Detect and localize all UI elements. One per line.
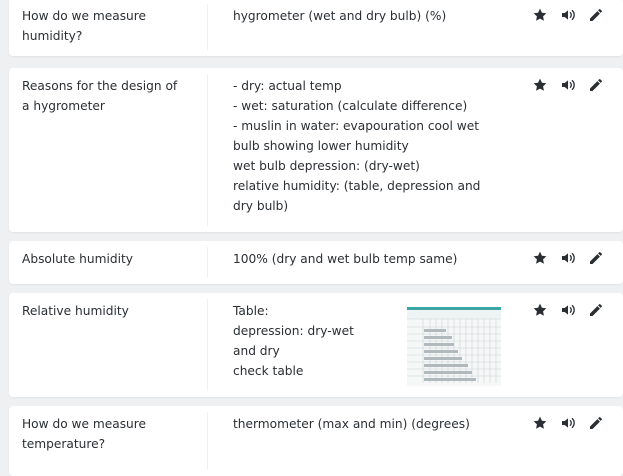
definition-line: hygrometer (wet and dry bulb) (%): [233, 9, 447, 23]
speaker-icon[interactable]: [559, 6, 577, 24]
card-divider: [207, 74, 208, 226]
speaker-icon[interactable]: [559, 76, 577, 94]
definition-line: - muslin in water: evapouration cool wet…: [233, 119, 483, 153]
pencil-icon[interactable]: [587, 301, 605, 319]
definition-line: relative humidity: (table, depression an…: [233, 179, 485, 213]
term-card: Absolute humidity 100% (dry and wet bulb…: [9, 241, 623, 284]
speaker-icon[interactable]: [559, 301, 577, 319]
term-card: How do we measure temperature? thermomet…: [9, 406, 623, 476]
definition-text: thermometer (max and min) (degrees): [233, 414, 503, 434]
term-card: How do we measure humidity? hygrometer (…: [9, 0, 623, 56]
definition-text: hygrometer (wet and dry bulb) (%): [233, 6, 503, 26]
term-text: Absolute humidity: [22, 252, 133, 266]
pencil-icon[interactable]: [587, 6, 605, 24]
definition-line: depression: dry-wet: [233, 324, 354, 338]
star-icon[interactable]: [531, 249, 549, 267]
card-divider: [207, 4, 208, 50]
definition-line: - dry: actual temp: [233, 79, 342, 93]
pencil-icon[interactable]: [587, 414, 605, 432]
table-image-thumbnail[interactable]: [407, 307, 501, 386]
card-divider: [207, 412, 208, 470]
term-text: Relative humidity: [22, 304, 129, 318]
definition-line: check table: [233, 364, 304, 378]
definition-line: thermometer (max and min) (degrees): [233, 417, 470, 431]
term-text: Reasons for the design of a hygrometer: [22, 79, 178, 113]
definition-text: - dry: actual temp - wet: saturation (ca…: [233, 76, 503, 216]
star-icon[interactable]: [531, 301, 549, 319]
pencil-icon[interactable]: [587, 249, 605, 267]
speaker-icon[interactable]: [559, 414, 577, 432]
definition-line: 100% (dry and wet bulb temp same): [233, 252, 458, 266]
card-actions: [531, 6, 605, 24]
star-icon[interactable]: [531, 76, 549, 94]
card-divider: [207, 299, 208, 391]
star-icon[interactable]: [531, 414, 549, 432]
star-icon[interactable]: [531, 6, 549, 24]
card-actions: [531, 414, 605, 432]
card-actions: [531, 301, 605, 319]
pencil-icon[interactable]: [587, 76, 605, 94]
humidity-table-image: [407, 310, 501, 383]
speaker-icon[interactable]: [559, 249, 577, 267]
term-card: Relative humidity Table: depression: dry…: [9, 293, 623, 397]
definition-text: Table: depression: dry-wet and dry check…: [233, 301, 393, 381]
definition-line: wet bulb depression: (dry-wet): [233, 159, 420, 173]
card-divider: [207, 247, 208, 278]
definition-line: and dry: [233, 344, 280, 358]
definition-line: - wet: saturation (calculate difference): [233, 99, 468, 113]
term-text: How do we measure temperature?: [22, 417, 147, 451]
term-card: Reasons for the design of a hygrometer -…: [9, 68, 623, 232]
card-actions: [531, 76, 605, 94]
definition-text: 100% (dry and wet bulb temp same): [233, 249, 503, 269]
card-actions: [531, 249, 605, 267]
definition-line: Table:: [233, 304, 269, 318]
term-text: How do we measure humidity?: [22, 9, 147, 43]
